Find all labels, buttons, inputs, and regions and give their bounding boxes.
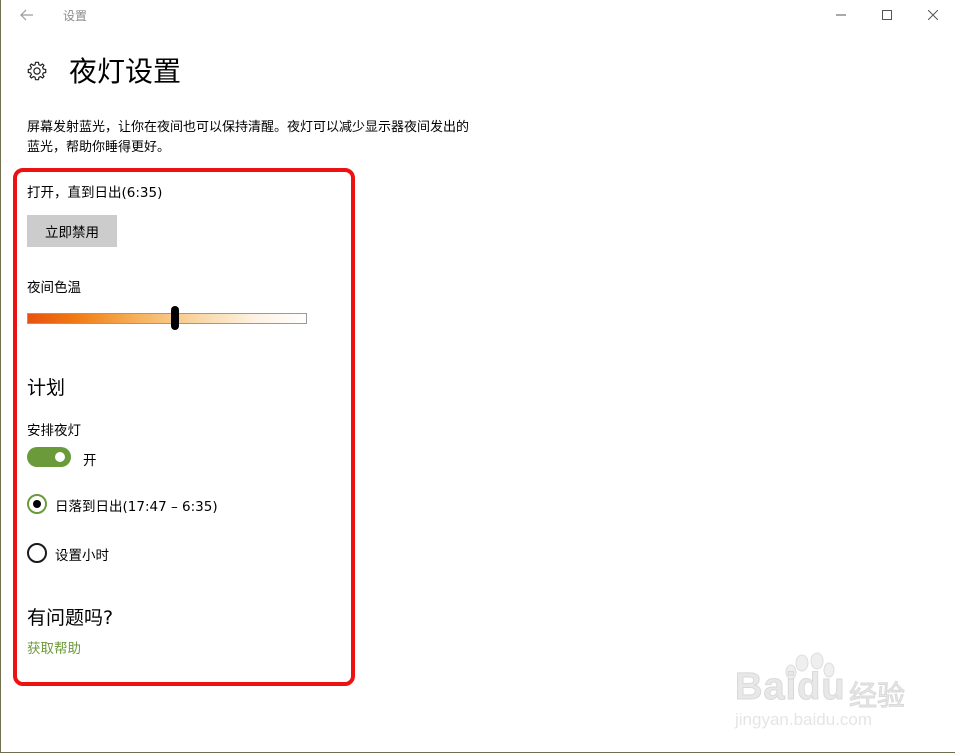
maximize-icon (882, 10, 892, 20)
toggle-state-label: 开 (83, 453, 97, 469)
watermark-cn: 经验 (848, 679, 906, 713)
radio-selected-dot (33, 500, 41, 508)
night-light-status: 打开，直到日出(6:35) (27, 185, 163, 201)
schedule-night-light-label: 安排夜灯 (27, 423, 81, 439)
color-temperature-slider[interactable] (27, 313, 307, 324)
sunset-to-sunrise-radio[interactable] (27, 494, 47, 514)
color-temperature-label: 夜间色温 (27, 280, 81, 296)
help-heading: 有问题吗? (27, 607, 114, 629)
toggle-knob (55, 452, 65, 462)
watermark-brand: Baidu (735, 666, 846, 709)
minimize-icon (836, 14, 846, 16)
set-hours-label[interactable]: 设置小时 (55, 544, 109, 564)
description-text: 屏幕发射蓝光，让你在夜间也可以保持清醒。夜灯可以减少显示器夜间发出的蓝光，帮助你… (27, 120, 470, 155)
settings-window: 设置 夜灯设置 屏幕发射蓝光，让你在夜间也可以保持清醒。夜灯可以减少显示器夜间发… (0, 0, 955, 753)
disable-now-button[interactable]: 立即禁用 (27, 215, 117, 247)
back-arrow-icon (20, 9, 33, 21)
close-icon (928, 10, 938, 20)
page-title: 夜灯设置 (69, 55, 182, 88)
schedule-heading: 计划 (27, 377, 66, 399)
gear-icon (27, 61, 47, 81)
slider-thumb[interactable] (171, 306, 180, 330)
minimize-button[interactable] (818, 0, 864, 30)
get-help-link[interactable]: 获取帮助 (27, 637, 81, 657)
schedule-toggle[interactable] (27, 447, 71, 467)
watermark-url: jingyan.baidu.com (735, 710, 873, 729)
close-button[interactable] (910, 0, 955, 30)
title-bar: 设置 (1, 0, 955, 30)
back-button[interactable] (15, 4, 39, 26)
window-title: 设置 (63, 9, 88, 23)
maximize-button[interactable] (864, 0, 910, 30)
baidu-watermark: Baidu 经验 jingyan.baidu.com (729, 650, 919, 735)
set-hours-radio[interactable] (27, 543, 47, 563)
sunset-to-sunrise-label[interactable]: 日落到日出(17:47 – 6:35) (55, 495, 218, 515)
